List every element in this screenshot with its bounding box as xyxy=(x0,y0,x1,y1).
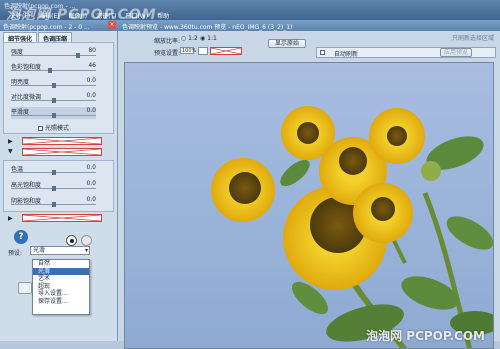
slider-thumb[interactable] xyxy=(75,53,80,58)
collapse-triangle-icon[interactable]: ▼ xyxy=(8,148,13,155)
zoom-percent-input[interactable]: 100% xyxy=(180,47,197,54)
slider-thumb[interactable] xyxy=(51,170,56,175)
light-mode-checkbox[interactable]: 光照模式 xyxy=(38,123,69,132)
curve-preview-3[interactable] xyxy=(22,214,102,222)
slider-strength[interactable]: 强度 80 xyxy=(11,47,96,59)
preset-option-smooth[interactable]: 光滑 xyxy=(33,267,89,275)
preview-titlebar: 色调映射预览 - www.360tu.com 预览 - nEO_IMG_6 (3… xyxy=(118,20,500,31)
menu-help[interactable]: 帮助 xyxy=(157,11,169,20)
refresh-selection-label: 只刷新选择区域 xyxy=(451,35,494,42)
app-menubar: 泡泡网 PCPOP.COM 色调映射(pcpop.com - ... 文件(F)… xyxy=(0,0,500,23)
menu-window[interactable]: 窗口(W) xyxy=(125,11,148,20)
slider-thumb[interactable] xyxy=(51,98,56,103)
show-original-button[interactable]: 显示原始 xyxy=(268,39,306,48)
slider-value: 0.0 xyxy=(86,77,96,84)
preset-dropdown-menu: 自然 光滑 艺术 超现 导入设置... 保存设置... xyxy=(32,259,90,315)
help-icon[interactable]: ? xyxy=(14,230,28,244)
sync-checkbox[interactable] xyxy=(320,49,327,56)
curve-preview-2[interactable] xyxy=(22,148,102,156)
slider-highlight-saturation[interactable]: 高光饱和度 0.0 xyxy=(11,180,96,192)
slider-contrast[interactable]: 对比度微调 0.0 xyxy=(11,92,96,104)
auto-refresh-label: 自动刷新 xyxy=(334,51,359,58)
slider-value: 0.0 xyxy=(86,92,96,99)
preview-title: 色调映射预览 - www.360tu.com 预览 - nEO_IMG_6 (3… xyxy=(122,24,293,31)
slider-track[interactable] xyxy=(11,55,96,56)
slider-saturation[interactable]: 色彩饱和度 46 xyxy=(11,62,96,74)
slider-value: 0.0 xyxy=(86,196,96,203)
zoom-full-label: 1:1 xyxy=(207,35,217,42)
zoom-half-label: 1:2 xyxy=(188,35,198,42)
apply-preview-button[interactable]: 应用预览 xyxy=(440,48,472,57)
slider-thumb[interactable] xyxy=(51,83,56,88)
slider-thumb[interactable] xyxy=(51,202,56,207)
slider-thumb[interactable] xyxy=(51,113,56,118)
save-settings-item[interactable]: 保存设置... xyxy=(33,298,89,306)
preset-option-surreal[interactable]: 超现 xyxy=(33,283,89,291)
close-icon[interactable]: × xyxy=(108,21,116,29)
preview-setting-label: 预览设置: xyxy=(154,50,181,57)
slider-smoothness[interactable]: 平滑度 0.0 xyxy=(11,107,96,119)
menu-items: 文件(F) 编辑(E) 图像(I) 滤镜(T) 窗口(W) 帮助 xyxy=(10,11,169,20)
preset-option-art[interactable]: 艺术 xyxy=(33,275,89,283)
slider-brightness[interactable]: 明亮度 0.0 xyxy=(11,77,96,89)
slider-value: 0.0 xyxy=(86,107,96,114)
sunflower-photo xyxy=(125,63,493,348)
preset-option-natural[interactable]: 自然 xyxy=(33,260,89,268)
preview-window: 色调映射预览 - www.360tu.com 预览 - nEO_IMG_6 (3… xyxy=(118,20,500,349)
histogram-preview xyxy=(210,47,242,55)
menu-edit[interactable]: 编辑(E) xyxy=(39,11,59,20)
zoom-option-full[interactable]: ◉ 1:1 xyxy=(200,35,217,42)
color-sliders-section: 色温 0.0 高光饱和度 0.0 阴影饱和度 0.0 xyxy=(3,160,114,212)
checkbox-box[interactable] xyxy=(38,126,43,131)
slider-value: 80 xyxy=(88,47,96,54)
expand-triangle-icon[interactable]: ▶ xyxy=(8,215,13,222)
chevron-down-icon: ▾ xyxy=(84,247,88,254)
slider-value: 46 xyxy=(88,62,96,69)
menu-filter[interactable]: 滤镜(T) xyxy=(96,11,116,20)
zoom-percent-value: 100% xyxy=(180,47,197,54)
ok-button[interactable] xyxy=(18,282,32,294)
slider-shadow-saturation[interactable]: 阴影饱和度 0.0 xyxy=(11,196,96,208)
zoom-label: 缩放比率: xyxy=(154,38,181,45)
zoom-option-half[interactable]: ○ 1:2 xyxy=(181,35,198,42)
preset-value: 光滑 xyxy=(33,247,46,254)
import-settings-item[interactable]: 导入设置... xyxy=(33,290,89,298)
delete-preset-icon[interactable] xyxy=(81,235,92,246)
curve-preview-1[interactable] xyxy=(22,137,102,145)
panel-titlebar: 色调映射(pcpop.com - 2 - 0 ... × xyxy=(0,20,118,31)
menu-image[interactable]: 图像(I) xyxy=(69,11,87,20)
detail-sliders-section: 强度 80 色彩饱和度 46 明亮度 0.0 对比度微调 0.0 平滑度 0.0 xyxy=(3,42,114,134)
save-preset-icon[interactable] xyxy=(66,235,77,246)
panel-title: 色调映射(pcpop.com - 2 - 0 ... xyxy=(3,24,90,31)
preset-label: 预设: xyxy=(8,250,23,257)
slider-temperature[interactable]: 色温 0.0 xyxy=(11,164,96,176)
slider-value: 0.0 xyxy=(86,180,96,187)
checkbox-label: 光照模式 xyxy=(45,125,70,132)
slider-value: 0.0 xyxy=(86,164,96,171)
checkbox-box[interactable] xyxy=(320,50,325,55)
preview-image[interactable]: 泡泡网 PCPOP.COM xyxy=(124,62,494,349)
expand-triangle-icon[interactable]: ▶ xyxy=(8,138,13,145)
preset-select[interactable]: 光滑 ▾ xyxy=(30,246,90,255)
slider-thumb[interactable] xyxy=(48,68,53,73)
lock-icon[interactable] xyxy=(198,47,208,55)
app-title: 色调映射(pcpop.com - ... xyxy=(4,3,76,10)
slider-track[interactable] xyxy=(11,70,96,71)
site-watermark: 泡泡网 PCPOP.COM xyxy=(366,329,485,343)
menu-file[interactable]: 文件(F) xyxy=(10,11,30,20)
slider-thumb[interactable] xyxy=(51,186,56,191)
